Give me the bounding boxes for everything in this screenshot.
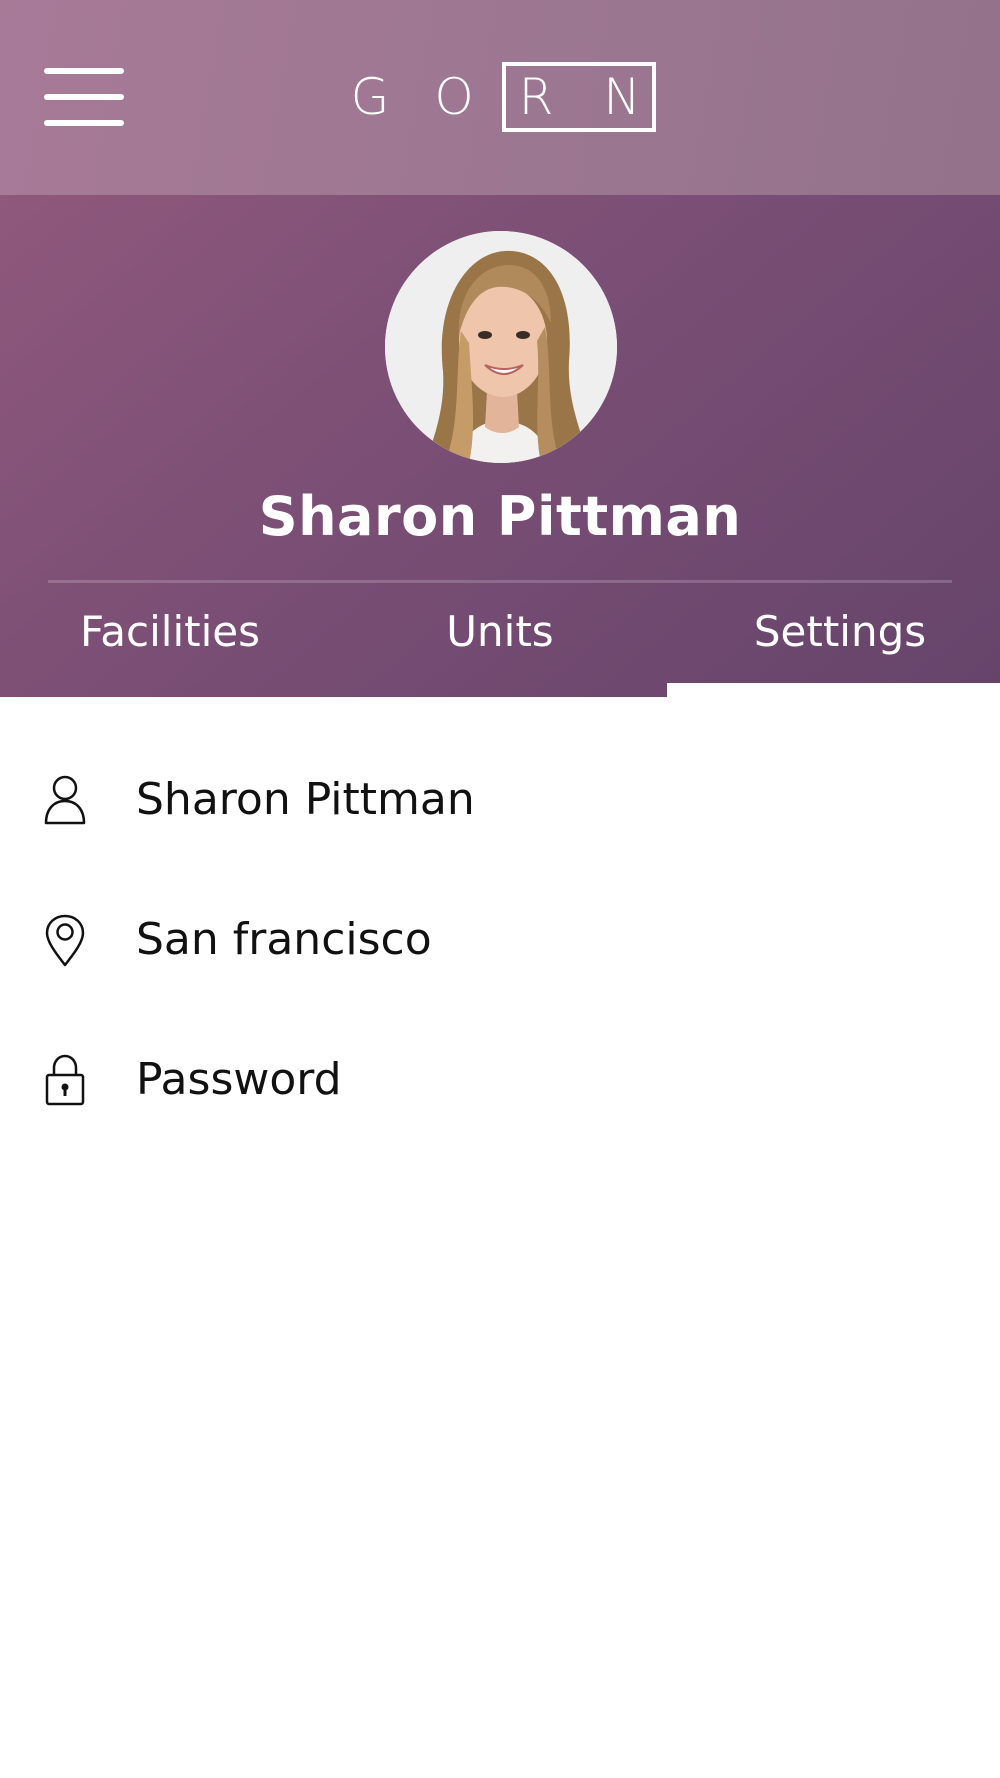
top-bar: G O R N <box>0 0 1000 195</box>
avatar[interactable] <box>385 231 617 463</box>
menu-line <box>44 94 124 100</box>
user-icon <box>40 773 90 827</box>
menu-line <box>44 120 124 126</box>
settings-item-password[interactable]: Password <box>0 1005 1000 1145</box>
logo-letter: N <box>603 68 641 126</box>
settings-item-label: Password <box>136 1054 342 1105</box>
profile-header: Sharon Pittman Facilities Units Settings <box>0 195 1000 697</box>
settings-item-name[interactable]: Sharon Pittman <box>0 725 1000 865</box>
profile-photo <box>385 231 617 463</box>
location-pin-icon <box>40 913 90 967</box>
active-tab-indicator <box>667 683 1000 697</box>
settings-item-label: Sharon Pittman <box>136 774 475 825</box>
tab-facilities[interactable]: Facilities <box>40 595 300 687</box>
divider <box>48 580 952 583</box>
hamburger-menu-icon[interactable] <box>44 66 124 128</box>
settings-item-label: San francisco <box>136 914 432 965</box>
tab-units[interactable]: Units <box>370 595 630 687</box>
settings-item-location[interactable]: San francisco <box>0 865 1000 1005</box>
menu-line <box>44 68 124 74</box>
logo-letter: R <box>518 68 554 126</box>
tab-settings[interactable]: Settings <box>700 595 980 687</box>
logo-letter: G <box>350 68 390 126</box>
logo-letter: O <box>434 68 474 126</box>
tab-bar: Facilities Units Settings <box>0 595 1000 697</box>
profile-name: Sharon Pittman <box>258 485 742 548</box>
lock-icon <box>40 1053 90 1107</box>
app-logo[interactable]: G O R N <box>340 62 660 132</box>
